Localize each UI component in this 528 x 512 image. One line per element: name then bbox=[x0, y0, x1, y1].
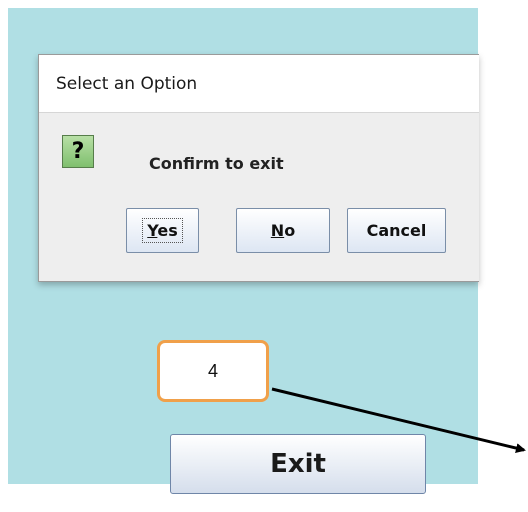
step-callout: 4 bbox=[157, 340, 269, 402]
exit-button[interactable]: Exit bbox=[170, 434, 426, 494]
step-number: 4 bbox=[207, 360, 218, 381]
exit-label: Exit bbox=[270, 449, 326, 479]
